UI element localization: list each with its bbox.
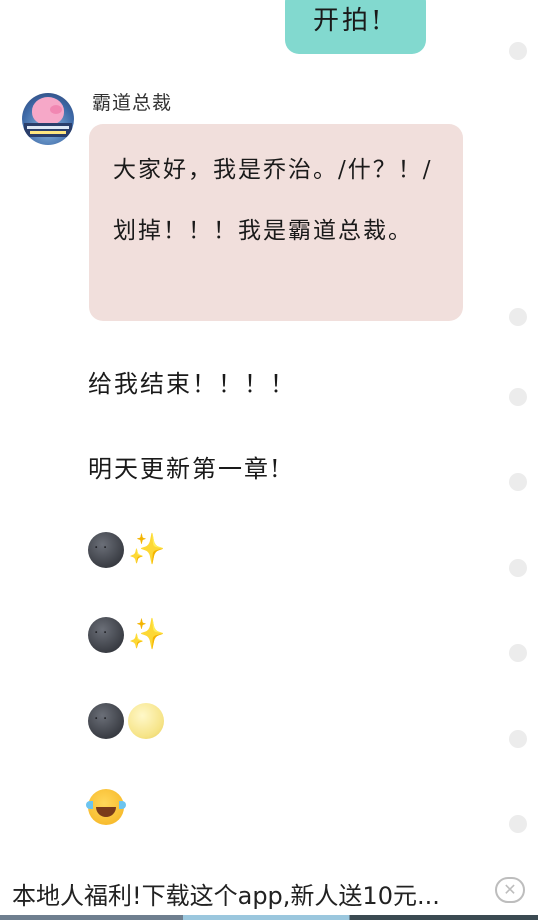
outgoing-message-bubble[interactable]: 开拍! <box>285 0 426 54</box>
close-icon[interactable]: ✕ <box>495 877 525 903</box>
avatar[interactable] <box>22 93 74 145</box>
side-dot <box>509 559 527 577</box>
sender-name: 霸道总裁 <box>92 92 173 114</box>
emoji-message: ✨ <box>88 617 178 655</box>
side-dot <box>509 730 527 748</box>
side-dot <box>509 644 527 662</box>
message-line: 给我结束！！！！ <box>88 370 296 398</box>
emoji-message <box>86 789 128 827</box>
side-dot <box>509 388 527 406</box>
outgoing-message-text: 开拍! <box>313 6 385 36</box>
face-with-tears-of-joy-icon <box>86 789 126 825</box>
ad-banner[interactable]: 本地人福利!下载这个app,新人送10元... ✕ <box>0 868 538 920</box>
new-moon-face-icon <box>88 703 124 739</box>
side-dot <box>509 473 527 491</box>
emoji-message: ✨ <box>88 532 178 570</box>
message-line: 明天更新第一章! <box>88 455 282 483</box>
full-moon-face-icon <box>128 703 164 739</box>
incoming-message-text: 大家好，我是乔治。/什？！/划掉！！！我是霸道总裁。 <box>113 157 433 244</box>
emoji-message <box>88 703 178 741</box>
peppa-pig-icon <box>32 97 64 125</box>
incoming-message-bubble[interactable]: 大家好，我是乔治。/什？！/划掉！！！我是霸道总裁。 <box>89 124 463 321</box>
side-dot <box>509 815 527 833</box>
new-moon-face-icon <box>88 617 124 653</box>
ad-banner-text[interactable]: 本地人福利!下载这个app,新人送10元... <box>12 876 440 911</box>
sparkles-icon: ✨ <box>128 617 166 652</box>
side-dot <box>509 308 527 326</box>
side-dot <box>509 42 527 60</box>
ad-image-strip <box>0 915 538 920</box>
new-moon-face-icon <box>88 532 124 568</box>
sparkles-icon: ✨ <box>128 532 166 567</box>
